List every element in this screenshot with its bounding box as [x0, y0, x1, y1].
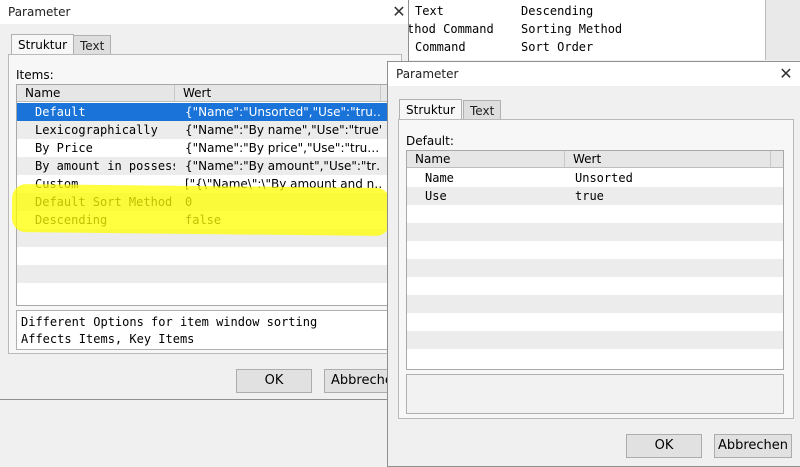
- table-row-empty: [17, 265, 393, 283]
- row-name: Use: [425, 189, 447, 203]
- list-item-right: Sorting Method: [521, 22, 623, 36]
- default-table: Name Wert Name Unsorted Use true: [406, 150, 784, 370]
- row-name: By Price: [35, 141, 93, 155]
- column-header-name[interactable]: Name: [407, 151, 565, 167]
- column-header-wert[interactable]: Wert: [565, 151, 771, 167]
- row-value: ["{\"Name\":\"By amount and n…: [185, 177, 381, 191]
- default-label: Default:: [406, 134, 454, 148]
- ok-button[interactable]: OK: [626, 434, 702, 458]
- row-name: Descending: [35, 213, 108, 227]
- row-name: Custom: [35, 177, 79, 191]
- table-header: Name Wert: [17, 85, 393, 102]
- column-header-wert[interactable]: Wert: [175, 85, 381, 101]
- window-title: Parameter: [396, 67, 459, 81]
- description-box: Different Options for item window sortin…: [16, 310, 394, 350]
- row-value: {"Name":"By price","Use":"tru…: [185, 141, 380, 155]
- list-item[interactable]: Command Sort Order: [403, 38, 765, 56]
- table-row-empty: [17, 283, 393, 301]
- table-row-empty: [17, 229, 393, 247]
- table-row-empty: [407, 331, 783, 349]
- list-item[interactable]: Text Descending: [403, 2, 765, 20]
- table-row-empty: [407, 223, 783, 241]
- row-value: true: [575, 189, 604, 203]
- table-row-empty: [407, 277, 783, 295]
- close-icon[interactable]: ✕: [771, 62, 800, 86]
- close-icon[interactable]: ✕: [384, 0, 414, 24]
- parameter-window-default: Parameter ✕ Struktur Text Default: Name …: [387, 61, 800, 467]
- table-row-empty: [407, 259, 783, 277]
- list-item[interactable]: thod Command Sorting Method: [403, 20, 765, 38]
- cancel-button[interactable]: Abbrechen: [714, 434, 792, 458]
- description-line: Different Options for item window sortin…: [21, 315, 318, 329]
- table-row-empty: [407, 349, 783, 367]
- table-row-empty: [17, 247, 393, 265]
- row-value: {"Name":"By amount","Use":"tr…: [185, 159, 381, 173]
- tab-struktur[interactable]: Struktur: [399, 99, 463, 119]
- background-panel: [766, 0, 800, 60]
- items-table: Name Wert Default {"Name":"Unsorted","Us…: [16, 84, 394, 306]
- background-command-list: Text Descending thod Command Sorting Met…: [402, 0, 766, 60]
- list-item-left: Text: [415, 4, 444, 18]
- table-row-empty: [407, 313, 783, 331]
- parameter-window-main: Parameter ✕ Struktur Text Items: Name We…: [0, 0, 409, 400]
- ok-button[interactable]: OK: [236, 369, 312, 393]
- window-title: Parameter: [8, 5, 71, 19]
- tab-text[interactable]: Text: [463, 100, 502, 119]
- row-value: {"Name":"Unsorted","Use":"tru…: [185, 105, 381, 119]
- window-title-bar: Parameter: [0, 0, 408, 24]
- table-row[interactable]: Descending false: [17, 211, 393, 229]
- description-box: [406, 374, 784, 414]
- column-header-name[interactable]: Name: [17, 85, 175, 101]
- row-name: Lexicographically: [35, 123, 158, 137]
- table-row[interactable]: Lexicographically {"Name":"By name","Use…: [17, 121, 393, 139]
- window-title-bar: Parameter: [388, 62, 800, 86]
- row-value: 0: [185, 195, 193, 209]
- row-name: Default: [35, 105, 86, 119]
- row-value: {"Name":"By name","Use":"true"}: [185, 123, 381, 137]
- table-row-empty: [407, 205, 783, 223]
- table-row-empty: [407, 241, 783, 259]
- description-line: Affects Items, Key Items: [21, 332, 195, 346]
- table-row[interactable]: Default Sort Method 0: [17, 193, 393, 211]
- row-name: Name: [425, 171, 454, 185]
- list-item-right: Sort Order: [521, 40, 594, 54]
- row-name: Default Sort Method: [35, 195, 173, 209]
- table-row[interactable]: Name Unsorted: [407, 169, 783, 187]
- table-row[interactable]: Use true: [407, 187, 783, 205]
- list-item-right: Descending: [521, 4, 594, 18]
- table-header: Name Wert: [407, 151, 783, 168]
- list-item-left: Command: [415, 40, 466, 54]
- items-label: Items:: [16, 68, 54, 82]
- table-row[interactable]: By Price {"Name":"By price","Use":"tru…: [17, 139, 393, 157]
- table-row[interactable]: By amount in possess… {"Name":"By amount…: [17, 157, 393, 175]
- table-row-empty: [407, 295, 783, 313]
- tab-struktur[interactable]: Struktur: [11, 34, 75, 54]
- tab-text[interactable]: Text: [73, 35, 112, 54]
- table-row[interactable]: Default {"Name":"Unsorted","Use":"tru…: [17, 103, 393, 121]
- row-value: Unsorted: [575, 171, 633, 185]
- list-item-left: thod Command: [407, 22, 494, 36]
- row-value: false: [185, 213, 222, 227]
- row-name: By amount in possess…: [35, 159, 175, 173]
- table-row[interactable]: Custom ["{\"Name\":\"By amount and n…: [17, 175, 393, 193]
